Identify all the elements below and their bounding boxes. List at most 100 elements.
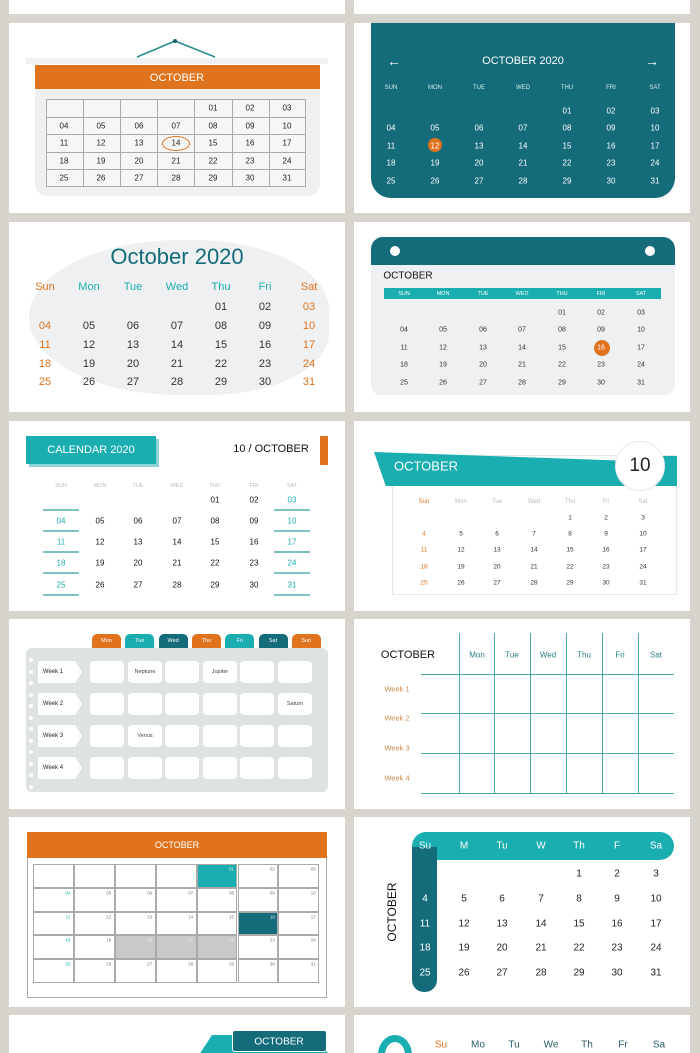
day-cell[interactable]: 22 [563, 159, 572, 168]
day-cell[interactable]: 21 [171, 358, 183, 370]
day-cell[interactable]: 19 [106, 938, 111, 943]
hanging-calendar[interactable]: OCTOBER 01 02 03 04 05 06 07 08 09 10 11 12 13 14 15 16 1… [9, 23, 345, 213]
day-cell[interactable]: 27 [147, 962, 152, 967]
day-cell[interactable]: 14 [173, 538, 182, 547]
weekly-planner[interactable]: Mon Tue Wed Thu Fri Sat Sun Week 1 Neptune Jupite… [9, 619, 345, 809]
planner-cell[interactable] [165, 725, 199, 747]
planner-cell[interactable] [128, 693, 162, 715]
day-cell[interactable]: 27 [493, 580, 500, 587]
day-cell[interactable]: 15 [215, 339, 227, 351]
day-cell[interactable]: 13 [493, 547, 500, 554]
day-cell[interactable]: 3 [641, 515, 645, 522]
planner-cell[interactable] [240, 693, 274, 715]
day-cell[interactable]: 15 [209, 139, 218, 148]
day-cell[interactable]: 05 [106, 890, 111, 895]
day-cell[interactable]: 19 [439, 362, 447, 369]
day-cell[interactable]: 10 [651, 124, 660, 133]
day-cell[interactable]: 29 [566, 580, 573, 587]
day-cell[interactable]: 07 [188, 890, 193, 895]
day-cell[interactable]: 15 [211, 538, 220, 547]
day-cell[interactable]: 14 [188, 914, 193, 919]
teal-calendar[interactable]: ← → OCTOBER 2020 SUN MON TUE WED THU FRI SAT 01 02 0… [354, 23, 690, 213]
day-cell[interactable]: 03 [637, 310, 645, 317]
day-cell[interactable]: 16 [246, 139, 255, 148]
day-cell[interactable]: 21 [188, 938, 193, 943]
planner-cell[interactable] [240, 757, 274, 779]
day-cell[interactable]: 06 [479, 327, 487, 334]
day-cell[interactable]: 06 [127, 320, 139, 332]
day-cell[interactable]: 18 [57, 559, 66, 568]
day-cell[interactable]: 23 [246, 157, 255, 166]
day-cell[interactable]: 05 [83, 320, 95, 332]
day-cell[interactable]: 21 [535, 943, 546, 954]
day-cell[interactable]: 16 [611, 919, 622, 930]
day-cell[interactable]: 22 [229, 938, 234, 943]
day-cell[interactable]: 23 [602, 564, 609, 571]
planner-cell[interactable] [203, 693, 237, 715]
day-cell[interactable]: 8 [568, 531, 572, 538]
day-cell[interactable]: 30 [246, 174, 255, 183]
day-cell[interactable]: 02 [597, 310, 605, 317]
day-cell[interactable]: 27 [134, 581, 143, 590]
day-cell[interactable]: 10 [283, 122, 292, 131]
day-cell[interactable]: 07 [172, 122, 181, 131]
day-cell[interactable]: 10 [639, 531, 646, 538]
day-cell[interactable]: 20 [493, 564, 500, 571]
day-cell[interactable]: 15 [563, 142, 572, 151]
day-cell[interactable]: 29 [215, 376, 227, 388]
day-cell[interactable]: 31 [288, 581, 297, 590]
day-cell[interactable]: 22 [573, 943, 584, 954]
day-cell[interactable]: 05 [431, 124, 440, 133]
day-cell[interactable]: 4 [422, 894, 428, 905]
day-cell[interactable]: 10 [288, 517, 297, 526]
day-box[interactable] [155, 864, 197, 888]
day-cell[interactable]: 27 [496, 968, 507, 979]
day-cell[interactable]: 07 [171, 320, 183, 332]
day-cell[interactable]: 01 [209, 104, 218, 113]
day-cell[interactable]: 24 [650, 943, 661, 954]
day-cell[interactable]: 19 [97, 157, 106, 166]
planner-cell[interactable] [240, 661, 274, 683]
day-cell[interactable]: 26 [431, 177, 440, 186]
day-cell[interactable]: 16 [250, 538, 259, 547]
day-cell[interactable]: 31 [303, 376, 315, 388]
day-cell[interactable]: 23 [597, 362, 605, 369]
day-cell[interactable]: 26 [96, 581, 105, 590]
day-cell[interactable]: 05 [97, 122, 106, 131]
day-cell[interactable]: 16 [270, 914, 275, 919]
day-cell[interactable]: 11 [400, 345, 407, 352]
day-cell[interactable]: 11 [387, 142, 395, 151]
day-cell[interactable]: 5 [459, 531, 463, 538]
day-cell[interactable]: 12 [106, 914, 111, 919]
day-cell[interactable]: 08 [215, 320, 227, 332]
day-cell[interactable]: 01 [229, 867, 234, 872]
box-grid-calendar[interactable]: OCTOBER 01 02 03 04 05 06 07 08 09 10 11 12 13 14 15 16 1… [9, 817, 345, 1007]
week-grid[interactable]: OCTOBER Mon Tue Wed Thu Fri Sat Week 1 Week 2 Wee… [354, 619, 690, 809]
day-cell[interactable]: 21 [173, 559, 182, 568]
day-cell[interactable]: 18 [39, 358, 51, 370]
day-cell[interactable]: 08 [563, 124, 572, 133]
day-cell[interactable]: 15 [566, 547, 573, 554]
day-cell[interactable]: 31 [651, 177, 660, 186]
day-cell[interactable]: 26 [83, 376, 95, 388]
day-cell[interactable]: 31 [637, 380, 645, 387]
day-cell[interactable]: 02 [607, 107, 616, 116]
day-cell[interactable]: 30 [611, 968, 622, 979]
day-cell[interactable]: 28 [173, 581, 182, 590]
planner-cell[interactable] [240, 725, 274, 747]
planner-cell[interactable] [90, 725, 124, 747]
day-cell[interactable]: 09 [250, 517, 259, 526]
day-cell[interactable]: 17 [639, 547, 646, 554]
day-cell[interactable]: 21 [530, 564, 537, 571]
day-cell[interactable]: 20 [496, 943, 507, 954]
day-cell[interactable]: 18 [400, 362, 408, 369]
day-cell[interactable]: 19 [96, 559, 105, 568]
day-cell[interactable]: 01 [558, 310, 566, 317]
day-cell[interactable]: 25 [400, 380, 408, 387]
day-cell[interactable]: 22 [211, 559, 220, 568]
day-cell[interactable]: 27 [127, 376, 139, 388]
day-cell[interactable]: 04 [57, 517, 66, 526]
day-cell[interactable]: 28 [171, 376, 183, 388]
day-cell[interactable]: 10 [311, 890, 316, 895]
day-cell[interactable]: 29 [211, 581, 220, 590]
